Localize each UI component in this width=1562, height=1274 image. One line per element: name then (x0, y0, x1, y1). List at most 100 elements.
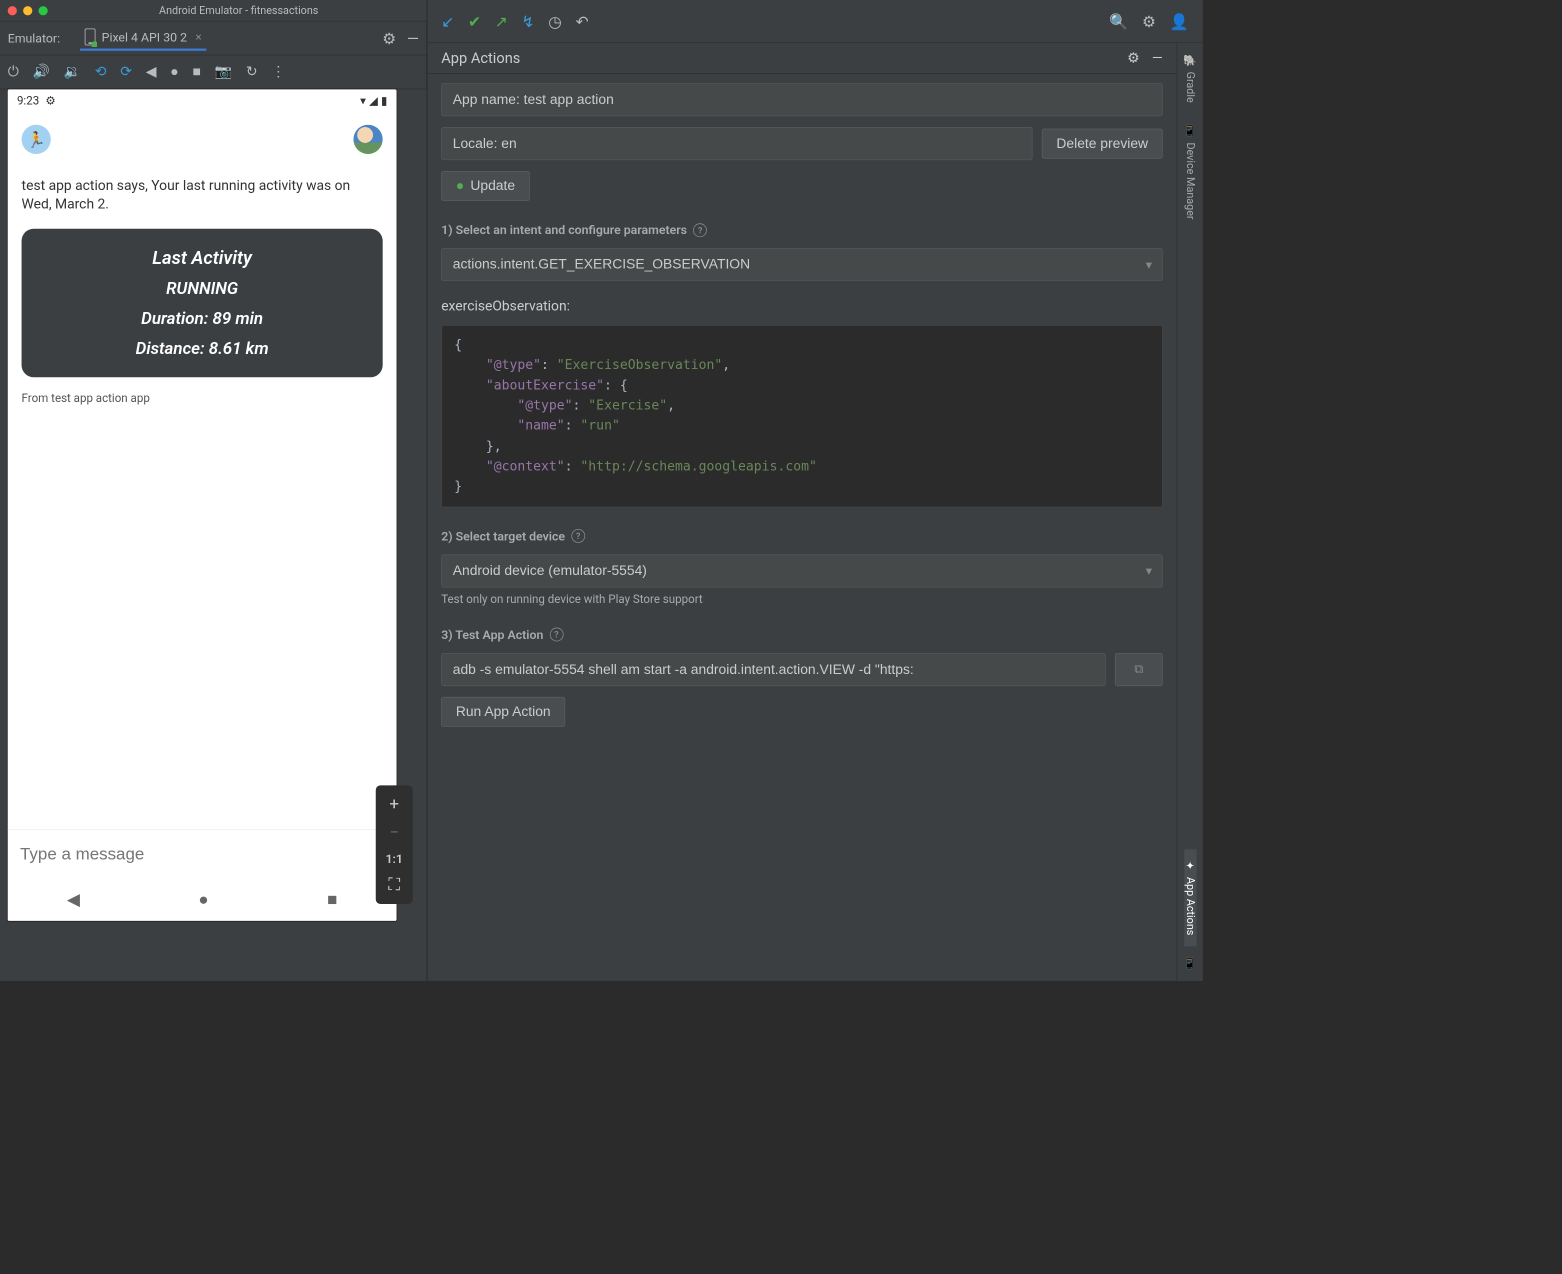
help-icon[interactable]: ? (550, 628, 564, 642)
nav-back-icon[interactable]: ◀ (67, 890, 80, 909)
more-icon[interactable]: ⋮ (271, 64, 285, 80)
message-input-row (8, 829, 397, 878)
section-1-label: 1) Select an intent and configure parame… (441, 223, 1162, 238)
gutter-emulator-icon[interactable]: 📱 (1184, 946, 1196, 981)
settings-statusbar-icon: ⚙ (45, 94, 55, 108)
app-actions-icon: ✦ (1184, 860, 1196, 872)
card-duration: Duration: 89 min (29, 309, 375, 328)
section-2-label: 2) Select target device ? (441, 529, 1162, 544)
run-app-action-button[interactable]: Run App Action (441, 697, 565, 727)
profile-avatar-icon[interactable]: 👤 (1170, 12, 1189, 30)
nav-overview-icon[interactable]: ■ (327, 889, 337, 909)
gutter-gradle[interactable]: 🐘 Gradle (1184, 43, 1196, 113)
window-controls (8, 6, 48, 15)
home-icon[interactable]: ● (170, 64, 178, 80)
screenshot-icon[interactable]: 📷 (215, 64, 232, 80)
record-icon[interactable]: ↻ (246, 64, 258, 80)
wifi-icon: ▾ (360, 94, 366, 108)
ide-top-toolbar: ↙ ✔ ↗ ↯ ◷ ↶ 🔍 ⚙ 👤 (427, 0, 1202, 43)
emulator-label: Emulator: (8, 31, 60, 46)
panel-header: App Actions ⚙ — (427, 43, 1176, 74)
adb-command-field[interactable] (441, 653, 1106, 686)
emulator-tab-bar: Emulator: Pixel 4 API 30 2 × ⚙ — (0, 22, 427, 56)
zoom-fit-icon[interactable]: ⛶ (376, 871, 413, 899)
assistant-response-text: test app action says, Your last running … (22, 177, 383, 214)
check-icon: ● (456, 178, 464, 194)
step-out-icon[interactable]: ↗ (495, 12, 508, 30)
param-label: exerciseObservation: (441, 298, 1162, 314)
assistant-body: test app action says, Your last running … (8, 166, 397, 415)
rotate-left-icon[interactable]: ⟲ (95, 64, 107, 80)
search-icon[interactable]: 🔍 (1109, 12, 1128, 30)
panel-minimize-icon[interactable]: — (1152, 50, 1163, 66)
sync-icon[interactable]: ↯ (522, 12, 535, 30)
settings-gear-icon[interactable]: ⚙ (1142, 12, 1156, 30)
step-into-icon[interactable]: ↙ (441, 12, 454, 30)
app-name-field[interactable] (441, 83, 1162, 116)
gutter-app-actions[interactable]: ✦ App Actions (1184, 849, 1196, 946)
from-app-text: From test app action app (22, 391, 383, 405)
zoom-in-icon[interactable]: + (376, 790, 413, 818)
zoom-out-icon[interactable]: − (376, 819, 413, 847)
volume-up-icon[interactable]: 🔊 (33, 64, 50, 80)
minimize-window-icon[interactable] (23, 6, 32, 15)
history-icon[interactable]: ◷ (548, 12, 561, 30)
android-status-bar: 9:23 ⚙ ▾ ◢ ▮ (8, 89, 397, 112)
emulator-window-title: Android Emulator - fitnessactions (59, 4, 419, 16)
copy-button[interactable]: ⧉ (1115, 653, 1163, 686)
device-select[interactable] (441, 554, 1162, 587)
gradle-icon: 🐘 (1184, 54, 1196, 67)
undo-icon[interactable]: ↶ (576, 12, 589, 30)
overview-icon[interactable]: ■ (193, 64, 201, 80)
ide-pane: ↙ ✔ ↗ ↯ ◷ ↶ 🔍 ⚙ 👤 App Actions ⚙ — D (427, 0, 1202, 981)
device-icon (85, 28, 96, 45)
zoom-controls: + − 1:1 ⛶ (376, 785, 413, 904)
activity-card: Last Activity RUNNING Duration: 89 min D… (22, 228, 383, 377)
volume-down-icon[interactable]: 🔉 (64, 64, 81, 80)
user-avatar[interactable] (353, 125, 382, 154)
back-icon[interactable]: ◀ (146, 64, 157, 80)
close-window-icon[interactable] (8, 6, 17, 15)
close-tab-icon[interactable]: × (196, 30, 202, 44)
help-icon[interactable]: ? (571, 529, 585, 543)
json-code-block[interactable]: { "@type": "ExerciseObservation", "about… (441, 325, 1162, 507)
emulator-window: Android Emulator - fitnessactions Emulat… (0, 0, 427, 981)
rotate-right-icon[interactable]: ⟳ (120, 64, 132, 80)
panel-gear-icon[interactable]: ⚙ (1127, 50, 1139, 66)
device-tab-label: Pixel 4 API 30 2 (102, 30, 187, 45)
intent-select[interactable] (441, 248, 1162, 281)
zoom-window-icon[interactable] (39, 6, 48, 15)
card-title: Last Activity (29, 247, 375, 269)
update-button[interactable]: ● Update (441, 171, 529, 201)
device-tab[interactable]: Pixel 4 API 30 2 × (80, 25, 206, 50)
phone-screen: 9:23 ⚙ ▾ ◢ ▮ 🏃 test app action says, You… (8, 89, 397, 921)
help-icon[interactable]: ? (693, 223, 707, 237)
ide-right-gutter: 🐘 Gradle 📱 Device Manager ✦ App Actions … (1177, 43, 1203, 981)
apply-changes-icon[interactable]: ✔ (468, 12, 481, 30)
delete-preview-button[interactable]: Delete preview (1042, 129, 1163, 159)
emulator-toolbar: ⏻ 🔊 🔉 ⟲ ⟳ ◀ ● ■ 📷 ↻ ⋮ (0, 55, 427, 89)
power-icon[interactable]: ⏻ (8, 64, 19, 80)
phone-viewport: 9:23 ⚙ ▾ ◢ ▮ 🏃 test app action says, You… (0, 89, 427, 981)
device-hint: Test only on running device with Play St… (441, 592, 1162, 606)
emulator-gutter-icon: 📱 (1184, 957, 1196, 970)
nav-home-icon[interactable]: ● (198, 889, 208, 909)
card-distance: Distance: 8.61 km (29, 339, 375, 358)
app-actions-panel: App Actions ⚙ — Delete preview ● Update (427, 43, 1176, 981)
section-3-label: 3) Test App Action ? (441, 627, 1162, 642)
card-type: RUNNING (29, 279, 375, 298)
update-button-label: Update (470, 178, 515, 194)
locale-field[interactable] (441, 127, 1032, 160)
emulator-titlebar: Android Emulator - fitnessactions (0, 0, 427, 22)
battery-icon: ▮ (381, 94, 387, 108)
assistant-header: 🏃 (8, 112, 397, 166)
zoom-ratio-button[interactable]: 1:1 (376, 847, 413, 871)
signal-icon: ◢ (369, 94, 378, 108)
gutter-device-manager[interactable]: 📱 Device Manager (1184, 114, 1196, 230)
minimize-panel-icon[interactable]: — (407, 29, 419, 47)
gear-icon[interactable]: ⚙ (382, 29, 396, 47)
chevron-down-icon: ▾ (1146, 563, 1152, 578)
android-nav-bar: ◀ ● ■ (8, 878, 397, 921)
running-app-icon[interactable]: 🏃 (22, 125, 51, 154)
message-input[interactable] (20, 844, 384, 864)
